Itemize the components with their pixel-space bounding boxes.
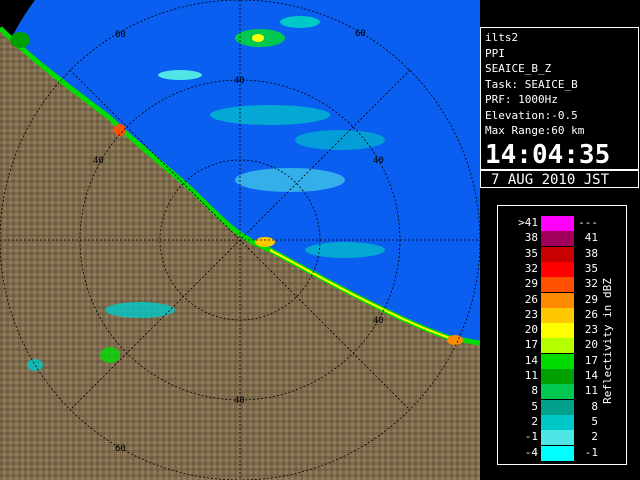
legend-row: 32 35: [498, 261, 626, 277]
color-legend: Reflectivity in dBZ >41 --- 38 41 35 38 32 35 29…: [497, 205, 627, 465]
range-label-40-bottom: 40: [234, 396, 245, 406]
legend-swatch: [541, 399, 574, 415]
legend-row: 23 26: [498, 307, 626, 323]
range-label-40-left: 40: [93, 156, 104, 166]
legend-upper-bound: 32: [584, 277, 598, 291]
legend-lower-bound: 8: [531, 384, 538, 398]
legend-upper-bound: -1: [584, 445, 598, 459]
range-label-40-right-lower: 40: [373, 316, 384, 326]
legend-lower-bound: -4: [524, 445, 538, 459]
legend-lower-bound: 14: [524, 353, 538, 367]
legend-swatch: [541, 231, 574, 247]
legend-swatch: [541, 277, 574, 293]
legend-lower-bound: 2: [531, 414, 538, 428]
legend-upper-bound: 41: [584, 231, 598, 245]
legend-row: 8 11: [498, 384, 626, 400]
legend-swatch: [541, 369, 574, 384]
legend-upper-bound: 23: [584, 323, 598, 337]
info-panel: ilts2 PPI SEAICE_B_Z Task: SEAICE_B PRF:…: [480, 27, 639, 188]
legend-row: 38 41: [498, 231, 626, 247]
scan-mode: PPI: [485, 46, 505, 60]
observation-date: 7 AUG 2010 JST: [481, 168, 638, 189]
observation-time: 14:04:35: [485, 139, 611, 170]
legend-lower-bound: -1: [524, 430, 538, 444]
legend-upper-bound: 20: [584, 338, 598, 352]
legend-lower-bound: 20: [524, 323, 538, 337]
legend-upper-bound: 38: [584, 246, 598, 260]
legend-row: 29 32: [498, 277, 626, 293]
prf-value: PRF: 1000Hz: [485, 93, 558, 106]
legend-swatch: [541, 445, 574, 461]
legend-lower-bound: 5: [531, 399, 538, 413]
legend-upper-bound: ---: [578, 216, 598, 229]
station-name: ilts2: [485, 31, 519, 44]
legend-swatch: [541, 323, 574, 339]
legend-upper-bound: 8: [591, 399, 598, 413]
range-label-60-right: 60: [355, 29, 366, 39]
legend-lower-bound: 26: [524, 292, 538, 306]
product-name: SEAICE_B_Z: [485, 62, 552, 75]
legend-upper-bound: 29: [584, 292, 598, 306]
legend-row: -4 -1: [498, 445, 626, 461]
max-range-value: Max Range:60 km: [485, 124, 585, 137]
legend-lower-bound: 35: [524, 246, 538, 260]
legend-row: 11 14: [498, 369, 626, 384]
range-label-40-top: 40: [234, 76, 245, 86]
legend-upper-bound: 11: [584, 384, 598, 398]
legend-upper-bound: 14: [584, 369, 598, 382]
legend-row: 14 17: [498, 353, 626, 369]
legend-swatch: [541, 430, 574, 446]
legend-swatch: [541, 338, 574, 354]
legend-upper-bound: 35: [584, 261, 598, 275]
legend-swatch: [541, 384, 574, 400]
legend-lower-bound: 29: [524, 277, 538, 291]
legend-swatch: [541, 414, 574, 430]
legend-lower-bound: 23: [524, 307, 538, 321]
elevation-value: Elevation:-0.5: [485, 108, 578, 122]
task-name: Task: SEAICE_B: [485, 77, 578, 91]
legend-lower-bound: 11: [524, 369, 538, 382]
legend-row: 26 29: [498, 292, 626, 308]
legend-row: >41 ---: [498, 216, 626, 231]
legend-upper-bound: 26: [584, 307, 598, 321]
legend-lower-bound: 17: [524, 338, 538, 352]
legend-swatch: [541, 353, 574, 369]
legend-lower-bound: >41: [518, 216, 538, 229]
legend-swatch: [541, 216, 574, 231]
legend-lower-bound: 38: [524, 231, 538, 245]
legend-swatch: [541, 292, 574, 308]
legend-upper-bound: 5: [591, 414, 598, 428]
range-label-60-bottom: 60: [115, 444, 126, 454]
legend-upper-bound: 2: [591, 430, 598, 444]
legend-row: 35 38: [498, 246, 626, 262]
range-label-60-top: 60: [115, 30, 126, 40]
legend-row: -1 2: [498, 430, 626, 446]
legend-swatch: [541, 307, 574, 323]
range-label-40-right: 40: [373, 156, 384, 166]
legend-row: 17 20: [498, 338, 626, 354]
legend-lower-bound: 32: [524, 261, 538, 275]
legend-row: 58: [498, 399, 626, 415]
legend-row: 20 23: [498, 323, 626, 339]
legend-swatch: [541, 246, 574, 262]
legend-row: 25: [498, 414, 626, 430]
legend-upper-bound: 17: [584, 353, 598, 367]
legend-swatch: [541, 261, 574, 277]
radar-ppi-map: 60 60 60 40 40 40 40 40: [0, 0, 480, 480]
